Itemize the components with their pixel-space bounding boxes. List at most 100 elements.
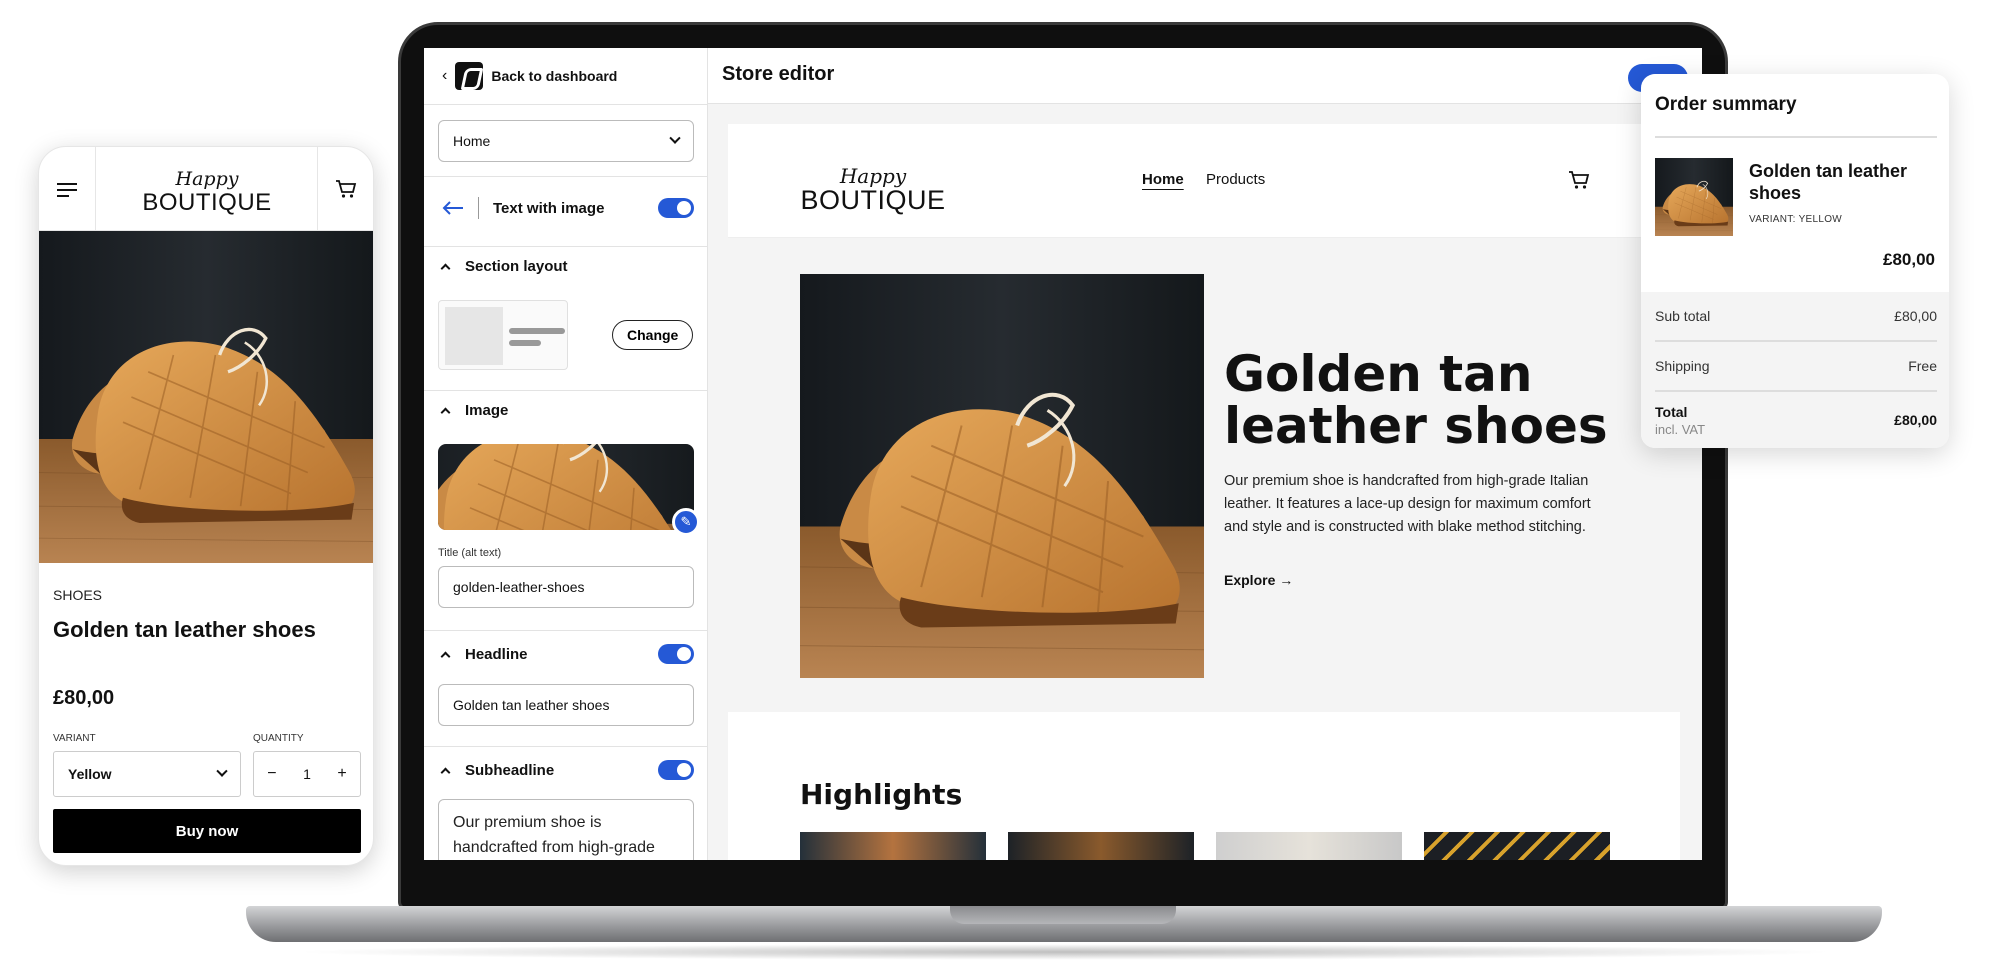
- divider: [424, 746, 707, 747]
- back-label: Back to dashboard: [491, 68, 618, 84]
- chevron-left-icon: ‹: [442, 67, 448, 84]
- increase-quantity-button[interactable]: +: [337, 765, 346, 783]
- divider: [424, 176, 707, 177]
- highlight-card[interactable]: [1008, 832, 1194, 860]
- product-category: SHOES: [53, 587, 103, 603]
- explore-link[interactable]: Explore →: [1224, 572, 1293, 588]
- layout-thumb-line: [509, 340, 541, 346]
- divider: [1655, 136, 1937, 138]
- menu-icon[interactable]: [57, 183, 77, 197]
- cart-icon[interactable]: [335, 179, 357, 199]
- back-to-dashboard-link[interactable]: ‹ Back to dashboard: [442, 62, 617, 90]
- section-header-text-with-image: Text with image: [424, 188, 707, 228]
- order-summary-card: Order summary Golden tan leather shoes V…: [1641, 74, 1949, 448]
- store-logo-main: BOUTIQUE: [800, 185, 946, 215]
- shoe-image: [1655, 158, 1733, 236]
- order-item-image: [1655, 158, 1733, 236]
- shoe-image: [39, 231, 373, 563]
- variant-value: Yellow: [68, 766, 112, 782]
- chevron-up-icon: [440, 407, 451, 417]
- chevron-up-icon: [440, 263, 451, 273]
- editor-sidebar: ‹ Back to dashboard Home Text with image…: [424, 48, 708, 860]
- hero-body: Our premium shoe is handcrafted from hig…: [1224, 473, 1591, 535]
- hero-image: [800, 274, 1204, 678]
- highlight-card[interactable]: [800, 832, 986, 860]
- variant-select[interactable]: Yellow: [53, 751, 241, 797]
- page-select-value: Home: [453, 133, 491, 149]
- cart-icon[interactable]: [1568, 170, 1590, 190]
- chevron-up-icon: [440, 651, 451, 661]
- shipping-label: Shipping: [1655, 358, 1710, 374]
- decrease-quantity-button[interactable]: −: [267, 765, 276, 783]
- alt-text-label: Title (alt text): [438, 547, 502, 559]
- headline-input[interactable]: Golden tan leather shoes: [438, 684, 694, 726]
- phone-mockup: Happy BOUTIQUE SHOES Golden tan leather …: [38, 146, 374, 866]
- shoe-image: [800, 274, 1204, 678]
- subtotal-row: Sub total £80,00: [1655, 308, 1937, 324]
- quantity-value: 1: [303, 766, 311, 782]
- headline-toggle[interactable]: [658, 644, 694, 664]
- chevron-down-icon: [669, 132, 681, 144]
- divider: [1655, 340, 1937, 342]
- shipping-row: Shipping Free: [1655, 358, 1937, 374]
- store-logo-main: BOUTIQUE: [142, 189, 272, 216]
- divider: [424, 104, 707, 105]
- section-name: Text with image: [493, 199, 605, 217]
- image-section-header[interactable]: Image: [424, 390, 707, 430]
- arrow-left-icon[interactable]: [442, 201, 464, 215]
- divider: [424, 630, 707, 631]
- order-item-price: £80,00: [1883, 250, 1935, 269]
- store-logo[interactable]: Happy BOUTIQUE: [798, 166, 948, 214]
- image-thumbnail[interactable]: [438, 444, 694, 530]
- headline-section-header[interactable]: Headline: [424, 634, 707, 674]
- edit-image-icon[interactable]: ✎: [672, 508, 700, 536]
- buy-now-button[interactable]: Buy now: [53, 809, 361, 853]
- page-select[interactable]: Home: [438, 120, 694, 162]
- order-item-variant: VARIANT: YELLOW: [1749, 214, 1843, 225]
- store-logo-script: Happy: [175, 168, 239, 190]
- editor-topbar: Store editor: [708, 48, 1702, 104]
- subheadline-section-header[interactable]: Subheadline: [424, 750, 707, 790]
- app-logo: [455, 62, 484, 90]
- divider: [317, 147, 318, 231]
- order-item-name: Golden tan leather shoes: [1749, 161, 1908, 203]
- store-logo[interactable]: Happy BOUTIQUE: [135, 169, 279, 217]
- shoe-image: [438, 444, 694, 530]
- highlight-card[interactable]: [1216, 832, 1402, 860]
- section-visibility-toggle[interactable]: [658, 198, 694, 218]
- laptop-shadow: [290, 944, 1840, 960]
- change-layout-button[interactable]: Change: [612, 320, 694, 350]
- highlights-title: Highlights: [800, 778, 963, 811]
- highlight-card[interactable]: [1424, 832, 1610, 860]
- page-title: Store editor: [722, 63, 835, 85]
- section-layout-header[interactable]: Section layout: [424, 246, 707, 286]
- shipping-value: Free: [1908, 358, 1937, 374]
- subtotal-value: £80,00: [1894, 308, 1937, 324]
- alt-text-input[interactable]: golden-leather-shoes: [438, 566, 694, 608]
- divider: [95, 147, 96, 231]
- highlights-section: Highlights: [728, 712, 1680, 860]
- subheadline-textarea[interactable]: Our premium shoe is handcrafted from hig…: [438, 799, 694, 860]
- chevron-up-icon: [440, 767, 451, 777]
- store-preview: Happy BOUTIQUE Home Products Golden tan …: [728, 124, 1680, 860]
- variant-label: VARIANT: [53, 733, 96, 744]
- store-header: Happy BOUTIQUE Home Products: [728, 124, 1680, 238]
- arrow-right-icon: →: [1279, 572, 1294, 588]
- layout-thumbnail: [438, 300, 568, 370]
- hero-title: Golden tan leather shoes: [1224, 345, 1608, 455]
- order-summary-title: Order summary: [1655, 94, 1797, 115]
- nav-products[interactable]: Products: [1206, 171, 1265, 188]
- quantity-label: QUANTITY: [253, 733, 304, 744]
- headline-section-title: Headline: [465, 645, 528, 663]
- store-logo-script: Happy: [839, 164, 907, 188]
- subheadline-toggle[interactable]: [658, 760, 694, 780]
- total-value: £80,00: [1894, 412, 1937, 428]
- product-image: [39, 231, 373, 563]
- laptop-screen: ‹ Back to dashboard Home Text with image…: [424, 48, 1702, 860]
- subtotal-label: Sub total: [1655, 308, 1711, 324]
- laptop-notch: [950, 906, 1176, 924]
- image-section-title: Image: [465, 401, 509, 419]
- nav-home[interactable]: Home: [1142, 171, 1184, 188]
- divider: [478, 197, 479, 219]
- layout-thumb-block: [445, 307, 503, 365]
